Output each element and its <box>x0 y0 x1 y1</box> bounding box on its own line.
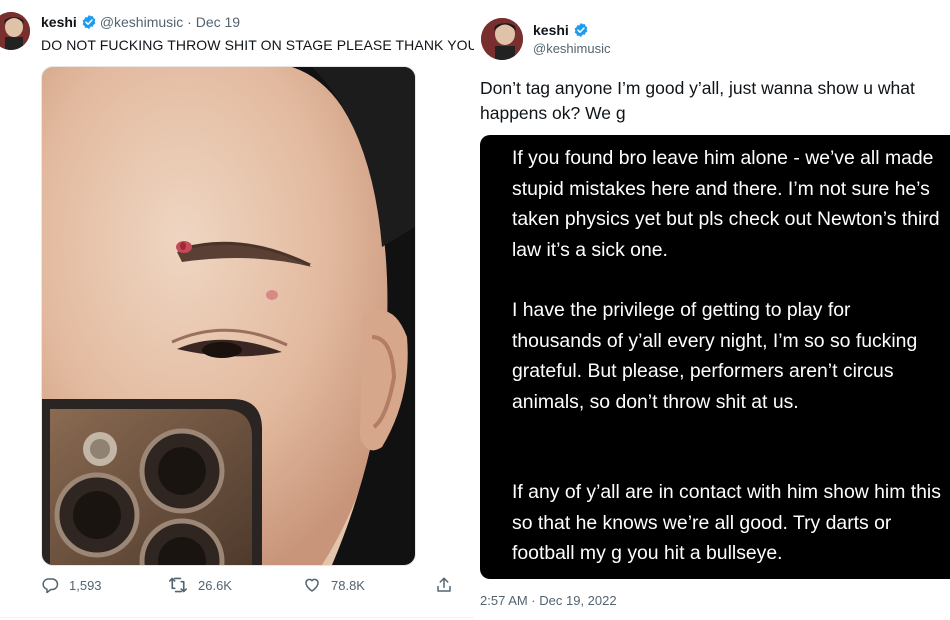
note-paragraph: If any of y’all are in contact with him … <box>512 481 941 564</box>
tweet-timestamp[interactable]: 2:57 AM · Dec 19, 2022 <box>480 593 617 608</box>
like-count: 78.8K <box>331 577 365 593</box>
verified-badge-icon <box>81 14 97 34</box>
tweet-photo[interactable] <box>41 66 416 566</box>
tweet-text: DO NOT FUCKING THROW SHIT ON STAGE PLEAS… <box>41 37 474 53</box>
verified-badge-icon <box>573 22 589 42</box>
right-tweet: keshi @keshimusic Don’t tag anyone I’m g… <box>474 0 950 620</box>
notes-screenshot-image[interactable]: If you found bro leave him alone - we’ve… <box>480 135 950 579</box>
share-action[interactable] <box>435 576 453 594</box>
tweet-date[interactable]: Dec 19 <box>196 14 240 30</box>
dot-separator: · <box>187 14 192 30</box>
divider <box>0 617 474 618</box>
avatar[interactable] <box>481 18 523 60</box>
note-paragraph: I have the privilege of getting to play … <box>512 299 918 413</box>
avatar[interactable] <box>0 12 30 50</box>
author-name-line: keshi <box>533 21 592 42</box>
author-handle[interactable]: @keshimusic <box>533 40 611 57</box>
retweet-count: 26.6K <box>198 577 232 593</box>
retweet-action[interactable]: 26.6K <box>168 576 232 594</box>
author-name[interactable]: keshi <box>533 22 569 38</box>
reply-icon[interactable] <box>41 576 59 594</box>
reply-count: 1,593 <box>69 577 102 593</box>
share-icon[interactable] <box>435 576 453 594</box>
left-tweet: keshi @keshimusic · Dec 19 DO NOT FUCKING… <box>0 0 474 620</box>
reply-action[interactable]: 1,593 <box>41 576 102 594</box>
like-action[interactable]: 78.8K <box>303 576 365 594</box>
tweet-text: Don’t tag anyone I’m good y’all, just wa… <box>480 78 915 123</box>
retweet-icon[interactable] <box>168 576 188 594</box>
author-name[interactable]: keshi <box>41 14 77 30</box>
tweet-header: keshi @keshimusic · Dec 19 <box>41 13 240 34</box>
author-handle[interactable]: @keshimusic <box>100 14 183 30</box>
note-paragraph: If you found bro leave him alone - we’ve… <box>512 147 940 261</box>
like-icon[interactable] <box>303 576 321 594</box>
tweet-actions: 1,593 26.6K 78.8K <box>41 576 461 600</box>
